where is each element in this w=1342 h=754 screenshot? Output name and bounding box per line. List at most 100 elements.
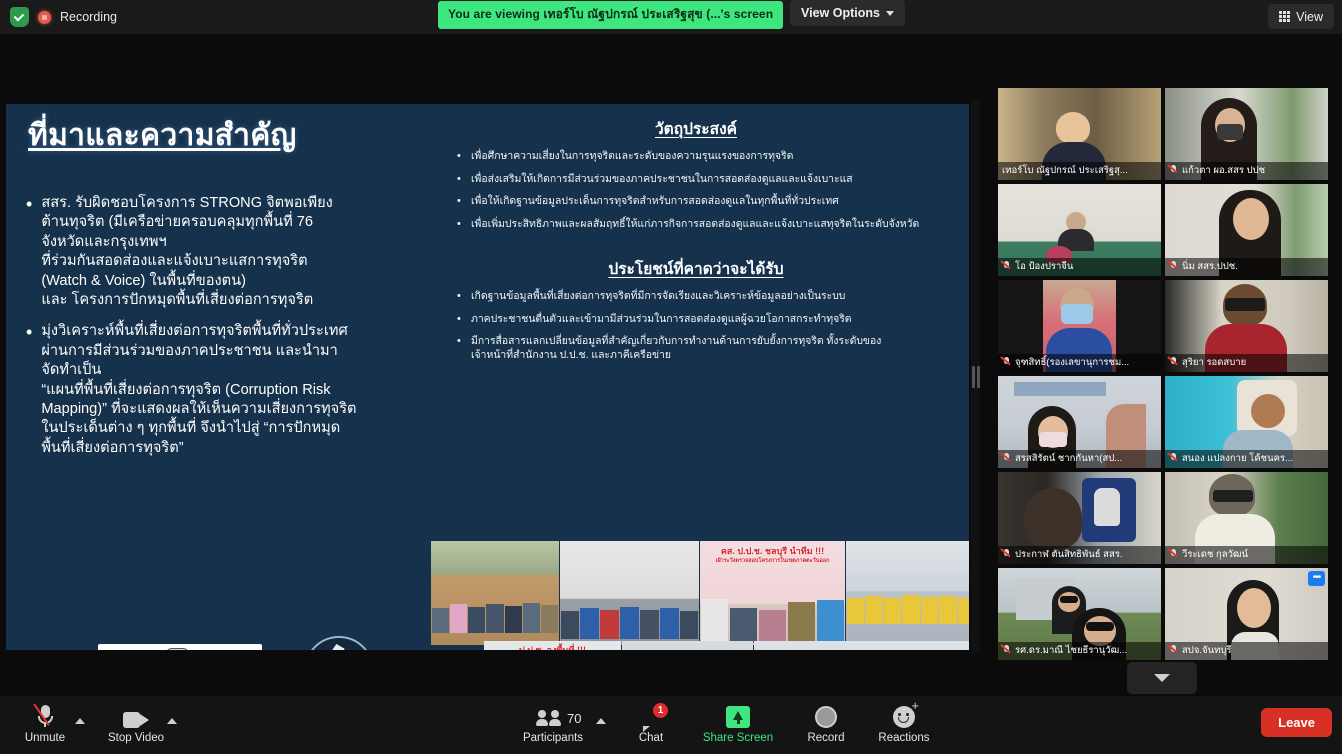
benefit-item: เกิดฐานข้อมูลพื้นที่เสี่ยงต่อการทุจริตที… <box>457 289 961 304</box>
muted-mic-icon <box>1169 261 1178 272</box>
tile-row: รศ.ดร.มาณี ไชยธีรานุวัฒ... ••• สปจ.จันทบ… <box>998 568 1328 660</box>
top-bar: Recording You are viewing เทอร์โบ ณัฐปกร… <box>0 0 1342 34</box>
slide-bullet: • มุ่งวิเคราะห์พื้นที่เสี่ยงต่อการทุจริต… <box>26 322 426 458</box>
collage-photo: คส. ป.ป.ช. ชลบุรี นำทีม !!! เฝ้าระวังตรว… <box>700 541 845 645</box>
video-tile[interactable]: เทอร์โบ ณัฐปกรณ์ ประเสริฐสุ... <box>998 88 1161 180</box>
show-more-participants-button[interactable] <box>1127 662 1197 694</box>
slide-title: ที่มาและความสำคัญ <box>28 119 297 152</box>
benefit-item: ภาคประชาชนตื่นตัวและเข้ามามีส่วนร่วมในกา… <box>457 312 961 327</box>
participant-name: เทอร์โบ ณัฐปกรณ์ ประเสริฐสุ... <box>1002 165 1128 176</box>
view-options-button[interactable]: View Options <box>790 0 905 26</box>
participants-count: 70 <box>567 710 582 726</box>
collage-subcaption: เฝ้าระวังตรวจสอบโครงการในเขตภาคตะวันออก <box>715 558 830 564</box>
video-tile[interactable]: ••• สปจ.จันทบุรี <box>1165 568 1328 660</box>
tile-name-bar: รศ.ดร.มาณี ไชยธีรานุวัฒ... <box>998 642 1161 660</box>
video-tile[interactable]: ประกาฬ ตันสิทธิพันธ์ สสร. <box>998 472 1161 564</box>
tile-row: โอ ป้องปราจีน นิ่ม สสร.ปปช. <box>998 184 1328 276</box>
unmute-button[interactable]: Unmute <box>8 702 82 744</box>
view-layout-button[interactable]: View <box>1268 4 1334 29</box>
security-shield-icon[interactable] <box>10 7 29 27</box>
participants-button[interactable]: 70 Participants <box>512 702 594 744</box>
stop-video-label: Stop Video <box>107 732 165 744</box>
shared-screen-slide[interactable]: ที่มาและความสำคัญ • สสร. รับผิดชอบโครงกา… <box>6 104 969 650</box>
meeting-toolbar: Unmute Stop Video 70 Participants 1 Chat… <box>0 696 1342 754</box>
recording-indicator-group: Recording <box>10 7 117 27</box>
video-tile[interactable]: รศ.ดร.มาณี ไชยธีรานุวัฒ... <box>998 568 1161 660</box>
benefits-list: เกิดฐานข้อมูลพื้นที่เสี่ยงต่อการทุจริตที… <box>431 289 961 363</box>
tile-name-bar: เทอร์โบ ณัฐปกรณ์ ประเสริฐสุ... <box>998 162 1161 180</box>
tile-name-bar: แก้วตา ผอ.สสร ปปช <box>1165 162 1328 180</box>
record-label: Record <box>807 732 845 744</box>
tile-name-bar: สปจ.จันทบุรี <box>1165 642 1328 660</box>
participant-name: โอ ป้องปราจีน <box>1015 261 1074 272</box>
tile-name-bar: นิ่ม สสร.ปปช. <box>1165 258 1328 276</box>
tile-row: ประกาฬ ตันสิทธิพันธ์ สสร. วีระเดช กุลวัฒ… <box>998 472 1328 564</box>
tile-more-options-badge[interactable]: ••• <box>1308 571 1325 586</box>
chat-button[interactable]: 1 Chat <box>614 702 688 744</box>
strong-logo: STRNG จิตพอเพียงต้านทุจริต <box>98 644 262 650</box>
participant-name: สปจ.จันทบุรี <box>1182 645 1232 656</box>
participant-name: วีระเดช กุลวัฒน์ <box>1182 549 1249 560</box>
muted-mic-icon <box>1002 453 1011 464</box>
record-button[interactable]: Record <box>789 702 863 744</box>
corruption-risk-mapping-logo: Corruption Risk Mapping ปักหมุดพื้นที่เส… <box>294 636 384 650</box>
participant-name: ประกาฬ ตันสิทธิพันธ์ สสร. <box>1015 549 1123 560</box>
participant-name: สรสสิรัตน์ ชากกันหา(สป... <box>1015 453 1123 464</box>
reactions-button[interactable]: + Reactions <box>867 699 941 744</box>
tile-row: จุฑสิทธิ์(รองเลขานุการชม... สุริยา รอดสบ… <box>998 280 1328 372</box>
slide-photo-collage: คส. ป.ป.ช. ชลบุรี นำทีม !!! เฝ้าระวังตรว… <box>431 541 969 650</box>
tile-row: เทอร์โบ ณัฐปกรณ์ ประเสริฐสุ... แก้วตา ผอ… <box>998 88 1328 180</box>
video-tile[interactable]: สุริยา รอดสบาย <box>1165 280 1328 372</box>
video-tile[interactable]: จุฑสิทธิ์(รองเลขานุการชม... <box>998 280 1161 372</box>
slide-bullet-text: มุ่งวิเคราะห์พื้นที่เสี่ยงต่อการทุจริตพื… <box>41 323 357 456</box>
muted-mic-icon <box>1002 645 1011 656</box>
video-tile[interactable]: โอ ป้องปราจีน <box>998 184 1161 276</box>
view-options-label: View Options <box>801 6 880 20</box>
panel-resize-handle[interactable] <box>971 100 980 654</box>
participant-name: สนอง แปลงกาย โค้ชนคร... <box>1182 453 1293 464</box>
objective-item: เพื่อศึกษาความเสี่ยงในการทุจริตและระดับข… <box>457 149 961 164</box>
chevron-down-icon <box>1154 674 1170 682</box>
collage-photo <box>431 541 559 645</box>
reactions-label: Reactions <box>878 732 930 744</box>
participant-name: จุฑสิทธิ์(รองเลขานุการชม... <box>1015 357 1130 368</box>
tile-name-bar: จุฑสิทธิ์(รองเลขานุการชม... <box>998 354 1161 372</box>
participants-options-caret[interactable] <box>596 718 606 724</box>
video-options-caret[interactable] <box>167 718 177 724</box>
video-tile[interactable]: สนอง แปลงกาย โค้ชนคร... <box>1165 376 1328 468</box>
tile-name-bar: สุริยา รอดสบาย <box>1165 354 1328 372</box>
share-screen-label: Share Screen <box>702 732 774 744</box>
video-tile[interactable]: แก้วตา ผอ.สสร ปปช <box>1165 88 1328 180</box>
objective-item: เพื่อเพิ่มประสิทธิภาพและผลสัมฤทธิ์ให้แก่… <box>457 217 961 232</box>
muted-mic-icon <box>1169 549 1178 560</box>
reactions-icon: + <box>893 699 919 728</box>
grip-line-icon <box>971 366 975 388</box>
recording-dot-icon[interactable] <box>38 10 51 24</box>
fist-icon <box>166 648 189 650</box>
video-tile[interactable]: วีระเดช กุลวัฒน์ <box>1165 472 1328 564</box>
muted-mic-icon <box>1002 357 1011 368</box>
muted-mic-icon <box>1002 261 1011 272</box>
chat-icon: 1 <box>640 702 668 732</box>
tile-row: สรสสิรัตน์ ชากกันหา(สป... สนอง แปลงกาย โ… <box>998 376 1328 468</box>
collage-photo <box>560 541 699 645</box>
video-tile[interactable]: สรสสิรัตน์ ชากกันหา(สป... <box>998 376 1161 468</box>
audio-options-caret[interactable] <box>75 718 85 724</box>
muted-mic-icon <box>1169 645 1178 656</box>
collage-photo <box>622 641 753 650</box>
video-tile[interactable]: นิ่ม สสร.ปปช. <box>1165 184 1328 276</box>
stop-video-button[interactable]: Stop Video <box>99 702 173 744</box>
collage-caption: คส. ป.ป.ช. ชลบุรี นำทีม !!! <box>720 546 825 556</box>
participant-video-strip: เทอร์โบ ณัฐปกรณ์ ประเสริฐสุ... แก้วตา ผอ… <box>998 88 1328 664</box>
slide-bullet-text: สสร. รับผิดชอบโครงการ STRONG จิตพอเพียง … <box>41 195 333 309</box>
leave-button[interactable]: Leave <box>1261 708 1332 737</box>
share-screen-button[interactable]: Share Screen <box>701 702 775 744</box>
bullet-dot-icon: • <box>26 322 33 343</box>
muted-mic-icon <box>1002 549 1011 560</box>
benefit-item: มีการสื่อสารแลกเปลี่ยนข้อมูลที่สำคัญเกี่… <box>457 334 961 362</box>
chat-unread-badge: 1 <box>653 703 668 718</box>
muted-mic-icon <box>1169 453 1178 464</box>
objective-item: เพื่อส่งเสริมให้เกิดการมีส่วนร่วมของภาคป… <box>457 172 961 187</box>
participant-name: นิ่ม สสร.ปปช. <box>1182 261 1238 272</box>
zoom-meeting-window: Recording You are viewing เทอร์โบ ณัฐปกร… <box>0 0 1342 754</box>
